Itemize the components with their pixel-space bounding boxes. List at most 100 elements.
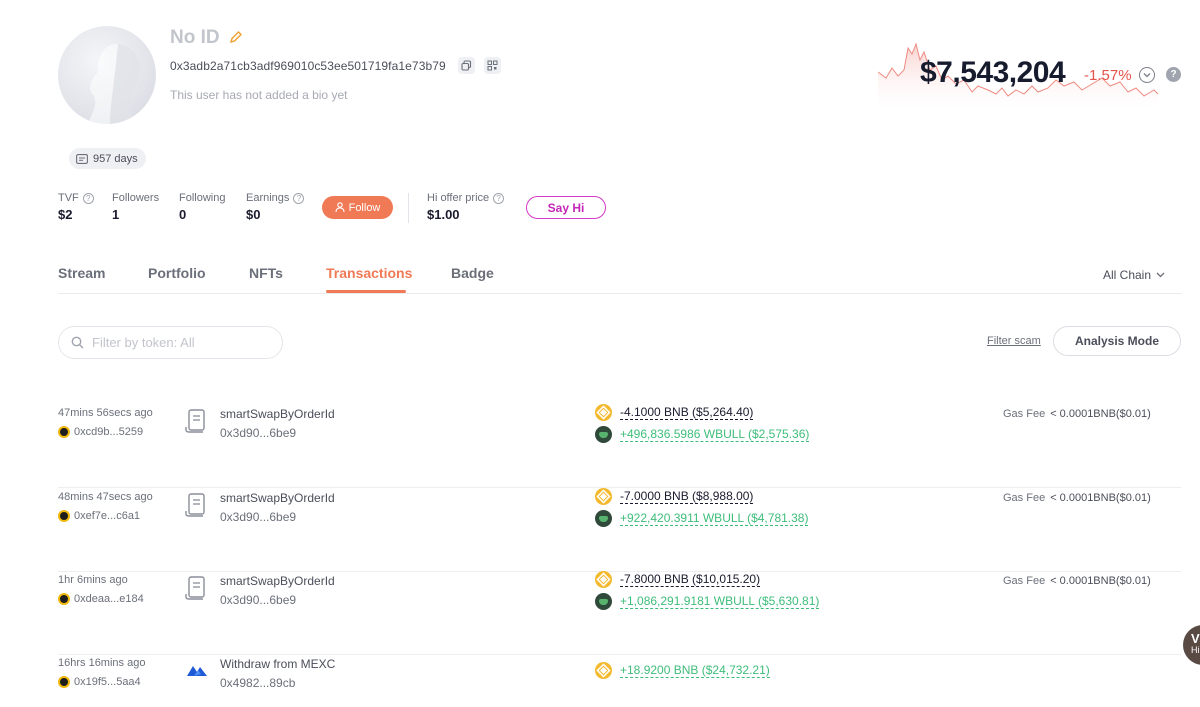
- tab-transactions[interactable]: Transactions: [326, 265, 412, 281]
- stat-followers-label: Followers: [112, 192, 160, 204]
- token-in-amount: +1,086,291.9181 WBULL ($5,630.81): [620, 594, 820, 609]
- active-tab-indicator: [326, 290, 406, 293]
- avatar-silhouette-icon: [88, 43, 140, 124]
- net-worth-change: -1.57%: [1084, 67, 1132, 84]
- gas-fee: Gas Fee < 0.0001BNB($0.01): [1003, 408, 1151, 420]
- copy-address-button[interactable]: [458, 57, 475, 74]
- token-in[interactable]: +496,836.5986 WBULL ($2,575.36): [595, 426, 810, 443]
- bnb-chain-icon: [58, 510, 70, 522]
- account-age-text: 957 days: [93, 152, 138, 165]
- tab-badge[interactable]: Badge: [451, 265, 494, 281]
- token-filter-input[interactable]: [92, 335, 262, 350]
- bnb-chain-icon: [58, 426, 70, 438]
- chain-select[interactable]: All Chain: [1103, 268, 1165, 282]
- stat-earnings: Earnings? $0: [246, 192, 305, 222]
- token-in[interactable]: +922,420.3911 WBULL ($4,781.38): [595, 510, 809, 527]
- table-row[interactable]: 16hrs 16mins ago 0x19f5...5aa4 Withdraw …: [58, 654, 1181, 707]
- follow-button[interactable]: Follow: [322, 196, 393, 219]
- tab-nfts[interactable]: NFTs: [249, 265, 283, 281]
- tx-method: Withdraw from MEXC: [220, 657, 336, 671]
- stat-earnings-label: Earnings: [246, 192, 290, 204]
- bnb-token-icon: [595, 662, 612, 679]
- tx-method: smartSwapByOrderId: [220, 407, 335, 421]
- contract-call-icon: [185, 409, 205, 433]
- bnb-token-icon: [595, 571, 612, 588]
- token-out[interactable]: -7.8000 BNB ($10,015.20): [595, 571, 761, 588]
- gas-fee: Gas Fee < 0.0001BNB($0.01): [1003, 575, 1151, 587]
- token-in[interactable]: +18.9200 BNB ($24,732.21): [595, 662, 770, 679]
- follow-button-label: Follow: [348, 201, 381, 214]
- avatar: [58, 26, 156, 124]
- calendar-icon: [76, 153, 88, 164]
- say-hi-button[interactable]: Say Hi: [526, 196, 606, 219]
- analysis-mode-button[interactable]: Analysis Mode: [1053, 326, 1181, 356]
- wbull-token-icon: [595, 593, 612, 610]
- tx-hash-link[interactable]: 0x4982...89cb: [220, 676, 295, 690]
- user-icon: [335, 202, 345, 213]
- copy-icon: [461, 60, 472, 71]
- stat-hi-offer-value: $1.00: [427, 207, 460, 222]
- table-row[interactable]: 1hr 6mins ago 0xdeaa...e184 smartSwapByO…: [58, 571, 1181, 655]
- tab-stream[interactable]: Stream: [58, 265, 105, 281]
- table-row[interactable]: 47mins 56secs ago 0xcd9b...5259 smartSwa…: [58, 404, 1181, 488]
- tx-from-address: 0x19f5...5aa4: [74, 676, 141, 688]
- tx-from-address: 0xcd9b...5259: [74, 426, 144, 438]
- token-in-amount: +922,420.3911 WBULL ($4,781.38): [620, 511, 809, 526]
- stats-divider: [408, 193, 409, 223]
- gas-fee-label: Gas Fee: [1003, 408, 1046, 420]
- bnb-token-icon: [595, 488, 612, 505]
- gas-fee-label: Gas Fee: [1003, 492, 1046, 504]
- filter-scam-link[interactable]: Filter scam: [987, 335, 1041, 347]
- token-out-amount: -4.1000 BNB ($5,264.40): [620, 405, 754, 420]
- tx-from[interactable]: 0xef7e...c6a1: [58, 510, 140, 522]
- tx-hash-link[interactable]: 0x3d90...6be9: [220, 593, 296, 607]
- token-out-amount: -7.0000 BNB ($8,988.00): [620, 489, 754, 504]
- stat-tvf-value: $2: [58, 207, 73, 222]
- chevron-down-icon: [1156, 272, 1165, 278]
- tx-from[interactable]: 0xcd9b...5259: [58, 426, 143, 438]
- tx-time: 47mins 56secs ago: [58, 407, 153, 419]
- tx-time: 48mins 47secs ago: [58, 491, 153, 503]
- wbull-token-icon: [595, 426, 612, 443]
- chat-widget-title: V: [1191, 631, 1200, 646]
- contract-call-icon: [185, 493, 205, 517]
- chevron-down-icon: [1143, 73, 1151, 78]
- stat-following-value: 0: [179, 207, 187, 222]
- gas-fee: Gas Fee < 0.0001BNB($0.01): [1003, 492, 1151, 504]
- stat-hi-offer: Hi offer price? $1.00: [427, 192, 505, 222]
- search-icon: [71, 336, 84, 349]
- info-icon[interactable]: ?: [293, 192, 305, 204]
- token-out[interactable]: -4.1000 BNB ($5,264.40): [595, 404, 754, 421]
- wbull-token-icon: [595, 510, 612, 527]
- token-in-amount: +18.9200 BNB ($24,732.21): [620, 663, 770, 678]
- chat-widget-subtitle: Hi: [1191, 645, 1200, 656]
- table-row[interactable]: 48mins 47secs ago 0xef7e...c6a1 smartSwa…: [58, 488, 1181, 572]
- gas-fee-value: < 0.0001BNB($0.01): [1050, 492, 1151, 504]
- token-out[interactable]: -7.0000 BNB ($8,988.00): [595, 488, 754, 505]
- stat-followers[interactable]: Followers 1: [112, 192, 159, 222]
- tabs-divider: [58, 293, 1181, 294]
- tx-time: 1hr 6mins ago: [58, 574, 128, 586]
- stat-following[interactable]: Following 0: [179, 192, 225, 222]
- tx-from[interactable]: 0xdeaa...e184: [58, 593, 144, 605]
- token-in[interactable]: +1,086,291.9181 WBULL ($5,630.81): [595, 593, 820, 610]
- gas-fee-label: Gas Fee: [1003, 575, 1046, 587]
- tx-hash-link[interactable]: 0x3d90...6be9: [220, 426, 296, 440]
- tx-hash-link[interactable]: 0x3d90...6be9: [220, 510, 296, 524]
- edit-pencil-icon[interactable]: [229, 30, 243, 44]
- stat-hi-offer-label: Hi offer price: [427, 192, 490, 204]
- wallet-address: 0x3adb2a71cb3adf969010c53ee501719fa1e73b…: [170, 59, 446, 73]
- tx-from[interactable]: 0x19f5...5aa4: [58, 676, 141, 688]
- qr-code-button[interactable]: [484, 57, 501, 74]
- tx-from-address: 0xef7e...c6a1: [74, 510, 141, 522]
- chat-widget[interactable]: V Hi: [1183, 625, 1200, 665]
- help-icon[interactable]: ?: [1166, 67, 1181, 82]
- token-filter-field[interactable]: [58, 326, 283, 359]
- info-icon[interactable]: ?: [82, 192, 94, 204]
- net-worth-expand-button[interactable]: [1139, 67, 1155, 83]
- stat-tvf-label: TVF: [58, 192, 79, 204]
- tx-method: smartSwapByOrderId: [220, 491, 335, 505]
- info-icon[interactable]: ?: [493, 192, 505, 204]
- tab-portfolio[interactable]: Portfolio: [148, 265, 206, 281]
- bio-text: This user has not added a bio yet: [170, 88, 348, 102]
